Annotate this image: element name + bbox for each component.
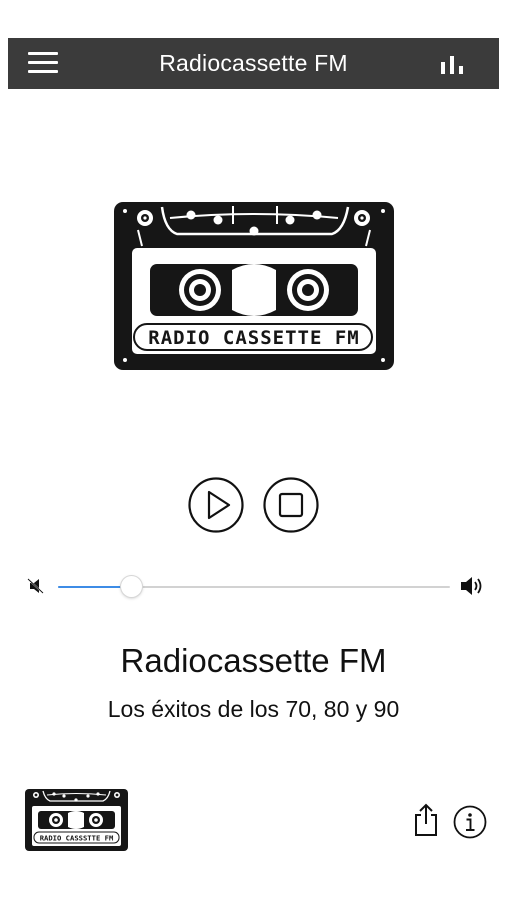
station-tagline: Los éxitos de los 70, 80 y 90 — [107, 696, 400, 722]
menu-button[interactable] — [28, 50, 58, 76]
station-logo: RADIO CASSETTE FM — [114, 202, 394, 370]
stop-icon — [263, 477, 319, 533]
play-button[interactable] — [188, 477, 244, 533]
navigation-bar: Radiocassette FM — [8, 38, 499, 89]
play-icon — [188, 477, 244, 533]
volume-thumb[interactable] — [121, 576, 143, 597]
share-icon — [415, 803, 437, 836]
logo-text: RADIO CASSETTE FM — [148, 327, 359, 349]
station-name: Radiocassette FM — [120, 642, 387, 679]
equalizer-button[interactable] — [439, 54, 467, 74]
volume-up-icon — [461, 577, 482, 595]
info-icon — [453, 805, 487, 839]
mini-station-logo[interactable]: RADIO CASSSTTE FM — [24, 788, 129, 852]
volume-slider[interactable] — [58, 576, 450, 598]
equalizer-bars-icon — [441, 56, 463, 74]
mini-logo-text: RADIO CASSSTTE FM — [40, 834, 114, 843]
stop-button[interactable] — [263, 477, 319, 533]
volume-mute-icon — [27, 578, 44, 594]
info-button[interactable] — [453, 805, 487, 839]
page-title: Radiocassette FM — [159, 50, 348, 76]
share-button[interactable] — [410, 802, 442, 838]
